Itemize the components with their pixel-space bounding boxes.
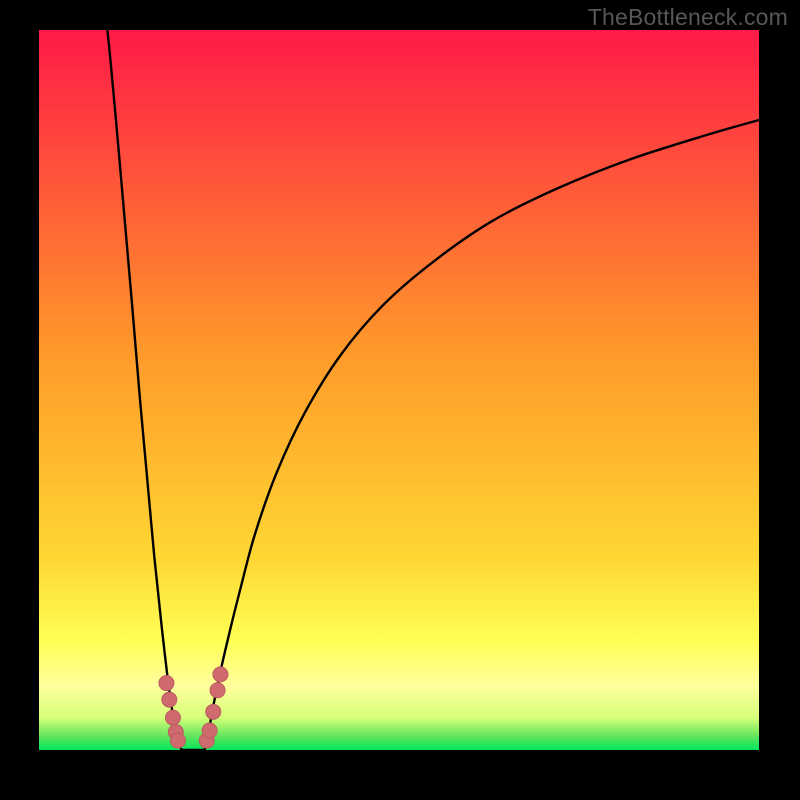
- valley-marker: [210, 683, 225, 698]
- valley-marker: [213, 667, 228, 682]
- valley-marker: [170, 733, 185, 748]
- valley-marker: [202, 723, 217, 738]
- attribution-text: TheBottleneck.com: [588, 4, 788, 31]
- chart-frame: TheBottleneck.com: [0, 0, 800, 800]
- valley-marker: [162, 692, 177, 707]
- valley-marker: [165, 710, 180, 725]
- plot-svg: [39, 30, 759, 750]
- gradient-background: [39, 30, 759, 750]
- valley-marker: [159, 676, 174, 691]
- plot-area: [39, 30, 759, 750]
- valley-marker: [206, 704, 221, 719]
